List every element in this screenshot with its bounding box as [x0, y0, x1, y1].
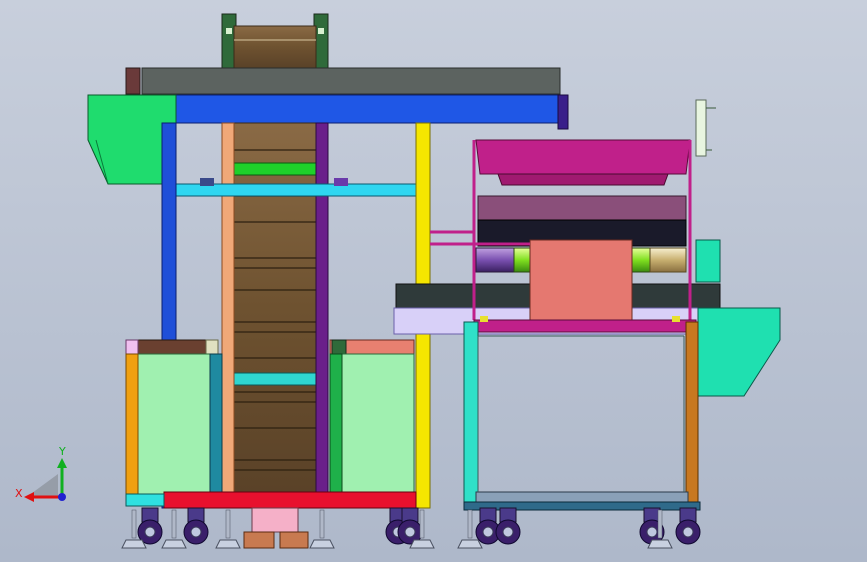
- bearing-dot: [318, 28, 324, 34]
- purple-roller: [475, 247, 515, 273]
- belt-cyan-guide: [233, 372, 317, 386]
- cad-viewport[interactable]: X Y: [0, 0, 867, 562]
- purple-post: [315, 122, 329, 496]
- left-cabinet-tag: [205, 339, 219, 355]
- pink-center-block: [529, 239, 633, 321]
- belt-green-guide: [227, 162, 329, 176]
- left-cabinet-panel: [135, 353, 211, 495]
- top-magenta-tray: [475, 139, 691, 175]
- caster-wheel: [495, 507, 521, 545]
- lower-magenta-tray: [497, 173, 669, 186]
- frame-orange-post-right: [685, 321, 699, 511]
- top-right-sensor-post: [695, 99, 707, 157]
- frame-clip: [480, 316, 488, 322]
- right-cabinet-tag: [331, 339, 347, 355]
- beam-end-purple: [557, 94, 569, 130]
- cream-roller: [649, 247, 687, 273]
- rail-clip: [334, 178, 348, 186]
- cad-scene[interactable]: X Y: [0, 0, 867, 562]
- caster-wheel: [183, 507, 209, 545]
- left-cabinet-teal-post: [209, 353, 223, 495]
- top-blue-beam: [169, 94, 561, 124]
- left-cabinet-orange-post: [125, 353, 139, 507]
- red-base-rail: [163, 491, 417, 509]
- rail-clip: [200, 178, 214, 186]
- right-cabinet-green-post: [329, 353, 343, 495]
- green-roller-right: [631, 247, 651, 273]
- top-gray-bar: [141, 67, 561, 95]
- left-base-cyan: [125, 493, 165, 507]
- x-axis-label: X: [15, 487, 23, 500]
- magenta-crossbar: [473, 319, 697, 333]
- left-cabinet-top: [125, 339, 217, 355]
- caster-wheel: [475, 507, 501, 545]
- frame-clip: [672, 316, 680, 322]
- frame-base-rail: [463, 501, 701, 511]
- pink-foot-block: [251, 507, 299, 533]
- caster-wheel: [675, 507, 701, 545]
- left-cabinet-corner: [125, 339, 139, 355]
- mint-top-block: [695, 239, 721, 283]
- frame-lower-rail: [475, 491, 689, 503]
- mauve-housing: [477, 195, 687, 221]
- z-axis-dot: [58, 493, 66, 501]
- floor-pad: [279, 531, 309, 549]
- salmon-post: [221, 122, 235, 496]
- y-axis-label: Y: [58, 445, 66, 458]
- top-bar-endcap: [125, 67, 141, 95]
- green-roller-left: [513, 247, 533, 273]
- right-cabinet-panel: [341, 353, 415, 495]
- bearing-dot: [226, 28, 232, 34]
- top-roller: [233, 25, 317, 69]
- frame-cyan-post-left: [463, 321, 479, 511]
- vertical-belt: [233, 122, 317, 494]
- floor-pad: [243, 531, 275, 549]
- caster-wheel: [137, 507, 163, 545]
- caster-wheel: [397, 507, 423, 545]
